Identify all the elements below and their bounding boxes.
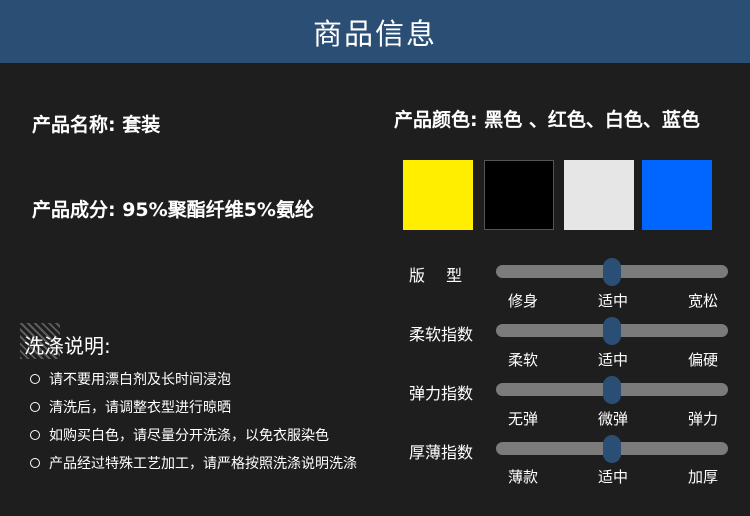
color-swatch-black [484, 160, 554, 230]
slider-tick: 加厚 [688, 468, 719, 486]
slider-label-elasticity: 弹力指数 [409, 384, 474, 403]
slider-track-fit [496, 257, 728, 286]
slider-tick: 柔软 [508, 351, 539, 369]
care-item: 请不要用漂白剂及长时间浸泡 [30, 365, 357, 393]
product-material: 产品成分: 95%聚酯纤维5%氨纶 [32, 199, 314, 221]
color-swatch-yellow [403, 160, 473, 230]
slider-tick: 偏硬 [688, 351, 719, 369]
circle-bullet-icon [30, 430, 40, 440]
care-item-text: 清洗后，请调整衣型进行晾晒 [49, 400, 231, 416]
care-item: 产品经过特殊工艺加工，请严格按照洗涤说明洗涤 [30, 449, 357, 477]
slider-tick: 适中 [598, 351, 629, 369]
care-list: 请不要用漂白剂及长时间浸泡 清洗后，请调整衣型进行晾晒 如购买白色，请尽量分开洗… [30, 365, 357, 477]
care-title: 洗涤说明: [24, 334, 111, 358]
slider-track-elasticity [496, 375, 728, 404]
slider-tick: 修身 [508, 292, 539, 310]
slider-tick: 宽松 [688, 292, 719, 310]
slider-track-softness [496, 316, 728, 345]
slider-tick: 无弹 [508, 410, 539, 428]
slider-label-thickness: 厚薄指数 [409, 443, 474, 462]
product-colors: 产品颜色: 黑色 、红色、白色、蓝色 [394, 109, 700, 131]
slider-tick: 适中 [598, 468, 629, 486]
product-name: 产品名称: 套装 [32, 114, 161, 136]
care-item-text: 如购买白色，请尽量分开洗涤，以免衣服染色 [49, 428, 329, 444]
slider-track-thickness [496, 434, 728, 463]
care-item: 清洗后，请调整衣型进行晾晒 [30, 393, 357, 421]
color-swatch-white [564, 160, 634, 230]
slider-label-softness: 柔软指数 [409, 325, 474, 344]
slider-thumb-softness [603, 316, 621, 345]
care-item: 如购买白色，请尽量分开洗涤，以免衣服染色 [30, 421, 357, 449]
slider-tick: 适中 [598, 292, 629, 310]
circle-bullet-icon [30, 374, 40, 384]
slider-tick: 薄款 [508, 468, 539, 486]
slider-thumb-elasticity [603, 375, 621, 404]
slider-tick: 微弹 [598, 410, 629, 428]
slider-tick: 弹力 [688, 410, 719, 428]
care-item-text: 产品经过特殊工艺加工，请严格按照洗涤说明洗涤 [49, 456, 357, 472]
header-bar: 商品信息 [0, 0, 750, 63]
slider-thumb-thickness [603, 434, 621, 463]
color-swatch-blue [642, 160, 712, 230]
slider-label-fit: 版 型 [409, 266, 463, 285]
care-item-text: 请不要用漂白剂及长时间浸泡 [49, 372, 231, 388]
slider-thumb-fit [603, 257, 621, 286]
circle-bullet-icon [30, 402, 40, 412]
circle-bullet-icon [30, 458, 40, 468]
page-title: 商品信息 [312, 16, 437, 51]
